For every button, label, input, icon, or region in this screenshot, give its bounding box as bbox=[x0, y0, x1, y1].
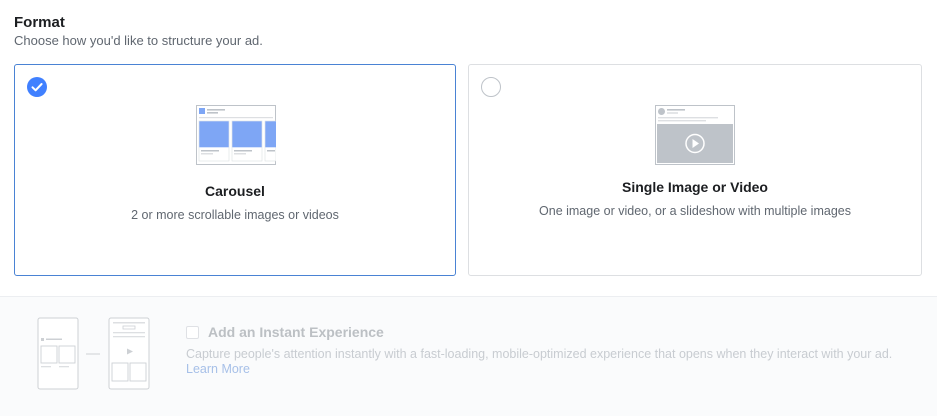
carousel-title: Carousel bbox=[205, 183, 265, 199]
instant-experience-title: Add an Instant Experience bbox=[208, 324, 384, 340]
instant-experience-icon bbox=[37, 317, 150, 390]
single-image-video-description: One image or video, or a slideshow with … bbox=[539, 204, 851, 218]
carousel-radio-checked[interactable] bbox=[27, 77, 47, 97]
learn-more-link[interactable]: Learn More bbox=[186, 362, 250, 376]
section-subtitle: Choose how you'd like to structure your … bbox=[14, 33, 263, 48]
carousel-option-card[interactable]: Carousel 2 or more scrollable images or … bbox=[14, 64, 456, 276]
carousel-description: 2 or more scrollable images or videos bbox=[131, 208, 339, 222]
format-section: Format Choose how you'd like to structur… bbox=[0, 0, 937, 416]
single-image-video-icon bbox=[655, 105, 735, 165]
carousel-icon bbox=[196, 105, 276, 165]
single-image-video-radio[interactable] bbox=[481, 77, 501, 97]
instant-experience-description: Capture people's attention instantly wit… bbox=[186, 347, 893, 361]
instant-experience-section: Add an Instant Experience Capture people… bbox=[0, 296, 937, 416]
single-image-video-title: Single Image or Video bbox=[621, 179, 768, 195]
single-image-video-option-card[interactable]: Single Image or Video One image or video… bbox=[468, 64, 922, 276]
instant-experience-checkbox[interactable] bbox=[186, 326, 199, 339]
checkmark-icon bbox=[31, 83, 43, 92]
section-title: Format bbox=[14, 14, 65, 31]
